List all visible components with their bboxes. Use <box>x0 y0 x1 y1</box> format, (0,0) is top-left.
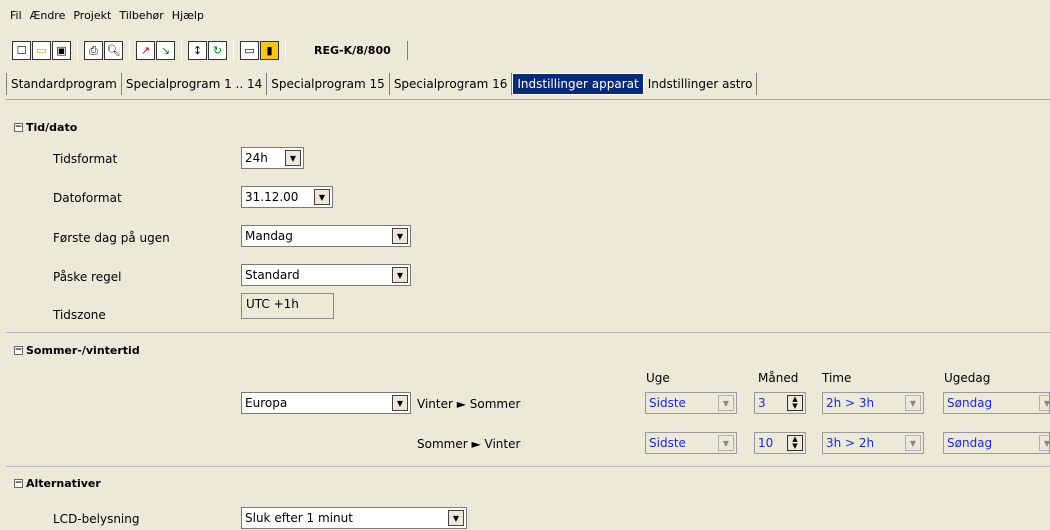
maned-value: 3 <box>758 396 766 410</box>
tab-specialprogram-1-14[interactable]: Specialprogram 1 .. 14 <box>121 73 268 95</box>
chart-icon[interactable]: ▮ <box>260 40 279 60</box>
section-alternativer[interactable]: − Alternativer <box>14 477 101 490</box>
section-title: Alternativer <box>26 477 101 490</box>
uge-select-1[interactable]: Sidste ▼ <box>645 392 737 414</box>
lcd-value: Sluk efter 1 minut <box>245 511 353 525</box>
uge-select-2[interactable]: Sidste ▼ <box>645 432 737 454</box>
col-uge: Uge <box>646 371 670 385</box>
ugedag-value: Søndag <box>947 436 993 450</box>
menu-bar: Fil Ændre Projekt Tilbehør Hjælp <box>0 0 1050 30</box>
chevron-down-icon[interactable]: ▼ <box>905 435 921 451</box>
chevron-down-icon[interactable]: ▼ <box>285 150 301 166</box>
toolbar: ☐ ▭ ▣ ⎙ 🔍︎ ↗ ↘ ↕ ↻ ▭ ▮ REG-K/8/800 <box>0 33 1050 67</box>
col-time: Time <box>822 371 852 385</box>
sort-icon[interactable]: ↕ <box>188 40 207 60</box>
settings-panel: − Tid/dato Tidsformat 24h ▼ Datoformat 3… <box>6 99 1050 530</box>
tab-bar: Standardprogram Specialprogram 1 .. 14 S… <box>6 73 758 95</box>
section-tid-dato[interactable]: − Tid/dato <box>14 121 77 134</box>
col-ugedag: Ugedag <box>944 371 991 385</box>
forste-dag-label: Første dag på ugen <box>53 231 170 245</box>
upload-icon[interactable]: ↗ <box>136 40 155 60</box>
uge-value: Sidste <box>649 436 686 450</box>
tab-specialprogram-15[interactable]: Specialprogram 15 <box>267 73 390 95</box>
maned-stepper-1[interactable]: 3 ▲ ▼ <box>754 392 806 414</box>
time-select-1[interactable]: 2h > 3h ▼ <box>822 392 924 414</box>
toolbar-separator <box>285 39 286 61</box>
menu-fil[interactable]: Fil <box>10 9 22 22</box>
chevron-down-icon[interactable]: ▼ <box>1039 395 1050 411</box>
chevron-down-icon[interactable]: ▼ <box>718 435 734 451</box>
toolbar-separator <box>129 39 130 61</box>
menu-hjaelp[interactable]: Hjælp <box>172 9 204 22</box>
col-maned: Måned <box>758 371 799 385</box>
collapse-icon[interactable]: − <box>14 346 23 355</box>
tab-standardprogram[interactable]: Standardprogram <box>6 73 122 95</box>
section-title: Sommer-/vintertid <box>26 344 140 357</box>
new-icon[interactable]: ☐ <box>12 40 31 60</box>
tidsformat-label: Tidsformat <box>53 152 118 166</box>
sommer-vinter-label: Sommer ► Vinter <box>417 437 521 451</box>
time-value: 2h > 3h <box>826 396 875 410</box>
device-name: REG-K/8/800 <box>310 40 408 60</box>
window-icon[interactable]: ▭ <box>240 40 259 60</box>
spinner-icon[interactable]: ▲ ▼ <box>787 435 803 451</box>
save-icon[interactable]: ▣ <box>52 40 71 60</box>
collapse-icon[interactable]: − <box>14 123 23 132</box>
toolbar-separator <box>233 39 234 61</box>
ugedag-select-1[interactable]: Søndag ▼ <box>943 392 1050 414</box>
time-value: 3h > 2h <box>826 436 875 450</box>
datoformat-label: Datoformat <box>53 191 122 205</box>
forste-dag-value: Mandag <box>245 229 293 243</box>
vinter-sommer-label: Vinter ► Sommer <box>417 397 521 411</box>
print-icon[interactable]: ⎙ <box>84 40 103 60</box>
tidszone-field: UTC +1h <box>241 293 334 319</box>
menu-tilbehor[interactable]: Tilbehør <box>119 9 163 22</box>
ugedag-select-2[interactable]: Søndag ▼ <box>943 432 1050 454</box>
chevron-down-icon[interactable]: ▼ <box>392 395 408 411</box>
spinner-icon[interactable]: ▲ ▼ <box>787 395 803 411</box>
chevron-down-icon[interactable]: ▼ <box>905 395 921 411</box>
tab-specialprogram-16[interactable]: Specialprogram 16 <box>389 73 513 95</box>
forste-dag-select[interactable]: Mandag ▼ <box>241 225 411 247</box>
menu-aendre[interactable]: Ændre <box>30 9 66 22</box>
paske-label: Påske regel <box>53 270 122 284</box>
ugedag-value: Søndag <box>947 396 993 410</box>
toolbar-separator <box>77 39 78 61</box>
tidsformat-select[interactable]: 24h ▼ <box>241 147 304 169</box>
toolbar-separator <box>181 39 182 61</box>
tab-indstillinger-astro[interactable]: Indstillinger astro <box>643 73 758 95</box>
lcd-select[interactable]: Sluk efter 1 minut ▼ <box>241 507 467 529</box>
download-icon[interactable]: ↘ <box>156 40 175 60</box>
uge-value: Sidste <box>649 396 686 410</box>
chevron-down-icon[interactable]: ▼ <box>448 510 464 526</box>
paske-value: Standard <box>245 268 300 282</box>
chevron-down-icon[interactable]: ▼ <box>718 395 734 411</box>
tidsformat-value: 24h <box>245 151 268 165</box>
datoformat-value: 31.12.00 <box>245 190 299 204</box>
region-value: Europa <box>245 396 288 410</box>
maned-stepper-2[interactable]: 10 ▲ ▼ <box>754 432 806 454</box>
maned-value: 10 <box>758 436 774 450</box>
chevron-down-icon[interactable]: ▼ <box>392 267 408 283</box>
section-title: Tid/dato <box>26 121 78 134</box>
section-sommer-vintertid[interactable]: − Sommer-/vintertid <box>14 344 140 357</box>
menu-projekt[interactable]: Projekt <box>73 9 111 22</box>
time-select-2[interactable]: 3h > 2h ▼ <box>822 432 924 454</box>
chevron-down-icon[interactable]: ▼ <box>314 189 330 205</box>
print-preview-icon[interactable]: 🔍︎ <box>104 40 123 60</box>
chevron-down-icon[interactable]: ▼ <box>1039 435 1050 451</box>
divider <box>6 466 1050 467</box>
tab-indstillinger-apparat[interactable]: Indstillinger apparat <box>512 73 644 95</box>
tidszone-label: Tidszone <box>53 308 106 322</box>
refresh-icon[interactable]: ↻ <box>208 40 227 60</box>
chevron-down-icon[interactable]: ▼ <box>392 228 408 244</box>
divider <box>6 332 1050 333</box>
open-icon[interactable]: ▭ <box>32 40 51 60</box>
region-select[interactable]: Europa ▼ <box>241 392 411 414</box>
paske-select[interactable]: Standard ▼ <box>241 264 411 286</box>
datoformat-select[interactable]: 31.12.00 ▼ <box>241 186 333 208</box>
collapse-icon[interactable]: − <box>14 479 23 488</box>
lcd-label: LCD-belysning <box>53 512 140 526</box>
